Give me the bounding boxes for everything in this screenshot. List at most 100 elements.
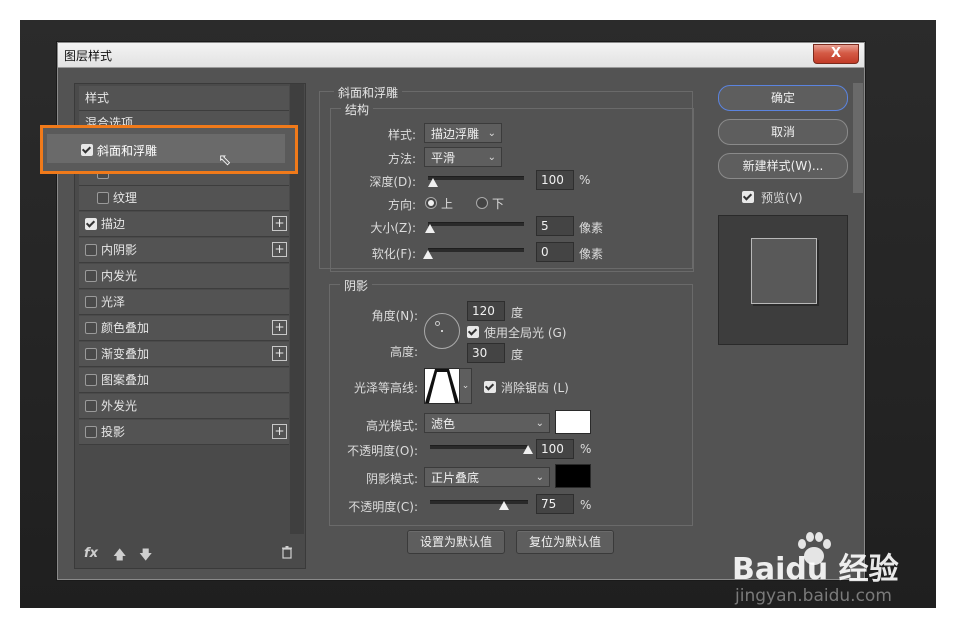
size-slider-thumb[interactable] (424, 224, 435, 233)
list-item[interactable]: 图案叠加 (79, 368, 289, 393)
altitude-input[interactable]: 30 (467, 343, 505, 363)
list-item[interactable]: 渐变叠加 + (79, 342, 289, 367)
size-slider-track[interactable] (428, 222, 524, 226)
list-item[interactable]: 内发光 (79, 264, 289, 289)
bevel-emboss-checkbox[interactable] (81, 144, 93, 156)
bevel-style-value: 描边浮雕 (431, 127, 480, 141)
list-item[interactable]: 描边 + (79, 212, 289, 237)
new-style-button[interactable]: 新建样式(W)... (718, 153, 848, 179)
list-item-checkbox[interactable] (97, 192, 109, 204)
depth-slider-track[interactable] (428, 176, 524, 180)
list-item-label: 颜色叠加 (101, 321, 150, 335)
list-item[interactable]: 外发光 (79, 394, 289, 419)
global-light-checkbox[interactable] (467, 326, 479, 338)
structure-title: 结构 (341, 101, 374, 118)
shadow-opacity-input[interactable]: 75 (536, 494, 574, 514)
list-item-checkbox[interactable] (85, 426, 97, 438)
direction-down-radio[interactable] (476, 197, 488, 209)
set-default-button[interactable]: 设置为默认值 (407, 530, 505, 554)
list-item-label: 描边 (101, 217, 126, 231)
list-item[interactable]: 光泽 (79, 290, 289, 315)
direction-label: 方向: (387, 198, 416, 212)
angle-label: 角度(N): (371, 309, 418, 323)
preview-checkbox[interactable] (742, 191, 754, 203)
gloss-contour-dropdown[interactable]: ⌄ (459, 368, 472, 404)
layer-style-dialog: 图层样式 X 样式 混合选项 纹理 描边 + 内阴影 + 内发光 光泽 颜色叠加 + 渐变叠加 + 图… (57, 42, 865, 580)
antialias-checkbox[interactable] (484, 381, 496, 393)
gloss-contour-thumbnail[interactable] (424, 368, 460, 404)
add-effect-icon[interactable]: + (272, 216, 287, 231)
technique-value: 平滑 (431, 151, 456, 165)
shadow-mode-label: 阴影模式: (365, 472, 418, 486)
angle-dial-marker (435, 321, 440, 326)
antialias-label: 消除锯齿 (L) (501, 381, 569, 395)
styles-header-row[interactable]: 样式 (79, 86, 289, 111)
gloss-contour-curve (425, 369, 459, 403)
list-item-checkbox[interactable] (85, 322, 97, 334)
chevron-down-icon: ⌄ (535, 472, 544, 483)
bevel-emboss-label: 斜面和浮雕 (97, 144, 158, 158)
soften-slider-thumb[interactable] (423, 250, 433, 259)
move-up-icon[interactable]: 🡅 (113, 546, 126, 568)
close-button[interactable]: X (813, 44, 859, 64)
highlight-opacity-track[interactable] (430, 445, 528, 449)
angle-unit: 度 (511, 306, 524, 320)
cancel-button[interactable]: 取消 (718, 119, 848, 145)
list-item-checkbox[interactable] (85, 218, 97, 230)
trash-icon[interactable] (281, 546, 293, 563)
ok-button[interactable]: 确定 (718, 85, 848, 111)
highlight-color-swatch[interactable] (555, 410, 591, 434)
fx-icon[interactable]: fx (84, 546, 98, 561)
add-effect-icon[interactable]: + (272, 424, 287, 439)
move-down-icon[interactable]: 🡇 (139, 546, 152, 568)
bevel-style-dropdown[interactable]: 描边浮雕 ⌄ (424, 123, 502, 143)
right-scrollbar[interactable] (853, 83, 863, 193)
list-item-checkbox[interactable] (85, 348, 97, 360)
list-item-label: 内发光 (101, 269, 138, 283)
depth-unit: % (579, 173, 591, 187)
reset-default-button[interactable]: 复位为默认值 (516, 530, 614, 554)
list-item-label: 渐变叠加 (101, 347, 150, 361)
shadow-opacity-track[interactable] (430, 500, 528, 504)
add-effect-icon[interactable]: + (272, 346, 287, 361)
shading-title: 阴影 (340, 277, 373, 294)
angle-dial-center (441, 330, 443, 332)
altitude-unit: 度 (511, 348, 524, 362)
list-item-checkbox[interactable] (85, 296, 97, 308)
highlight-opacity-unit: % (580, 442, 592, 456)
shadow-color-swatch[interactable] (555, 464, 591, 488)
direction-up-radio[interactable] (425, 197, 437, 209)
preview-thumbnail (718, 215, 848, 345)
list-item-checkbox[interactable] (85, 400, 97, 412)
preview-square (751, 238, 817, 304)
angle-dial[interactable] (424, 313, 460, 349)
angle-input[interactable]: 120 (467, 301, 505, 321)
add-effect-icon[interactable]: + (272, 320, 287, 335)
styles-list-footer: fx 🡅 🡇 (75, 540, 305, 568)
gloss-contour-label: 光泽等高线: (353, 381, 418, 395)
list-item-checkbox[interactable] (85, 244, 97, 256)
shadow-mode-dropdown[interactable]: 正片叠底 ⌄ (424, 467, 550, 487)
selected-item-highlight[interactable]: 斜面和浮雕 ⬁ (40, 125, 298, 174)
list-item[interactable]: 投影 + (79, 420, 289, 445)
highlight-opacity-input[interactable]: 100 (536, 439, 574, 459)
highlight-mode-dropdown[interactable]: 滤色 ⌄ (424, 413, 550, 433)
list-item-checkbox[interactable] (85, 374, 97, 386)
highlight-opacity-thumb[interactable] (523, 445, 533, 454)
style-label: 样式: (387, 128, 416, 142)
list-item[interactable]: 纹理 (79, 186, 289, 211)
depth-slider-thumb[interactable] (427, 178, 438, 187)
size-unit: 像素 (579, 221, 604, 235)
chevron-down-icon: ⌄ (487, 152, 496, 163)
list-item[interactable]: 内阴影 + (79, 238, 289, 263)
soften-input[interactable]: 0 (536, 242, 574, 262)
technique-dropdown[interactable]: 平滑 ⌄ (424, 147, 502, 167)
size-input[interactable]: 5 (536, 216, 574, 236)
preview-label: 预览(V) (761, 191, 803, 205)
add-effect-icon[interactable]: + (272, 242, 287, 257)
depth-input[interactable]: 100 (536, 170, 574, 190)
list-item-checkbox[interactable] (85, 270, 97, 282)
shadow-opacity-thumb[interactable] (498, 501, 509, 510)
soften-slider-track[interactable] (428, 248, 524, 252)
list-item[interactable]: 颜色叠加 + (79, 316, 289, 341)
